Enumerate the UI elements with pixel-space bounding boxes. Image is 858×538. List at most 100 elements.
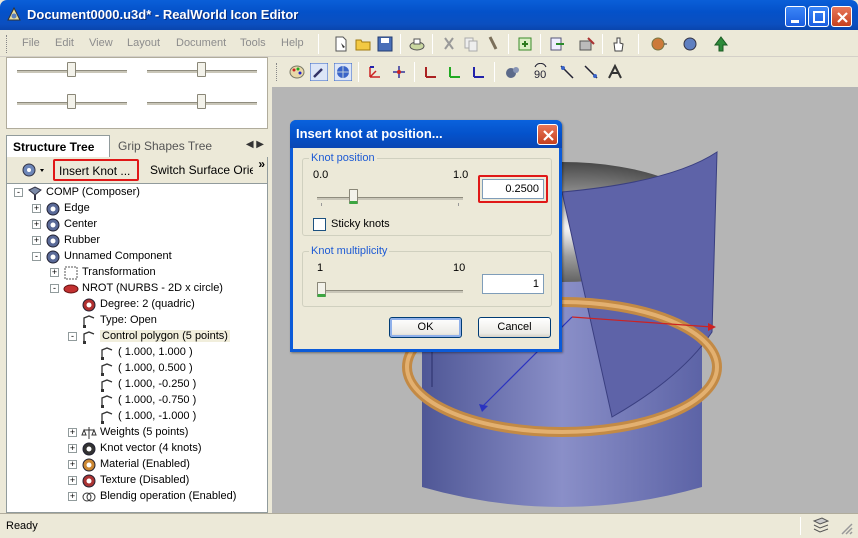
menu-view[interactable]: View [89, 37, 113, 49]
collapse-icon[interactable]: - [68, 332, 77, 341]
save-icon[interactable] [376, 35, 394, 53]
tree-node[interactable]: - Unnamed Component [7, 249, 265, 265]
close-button[interactable] [831, 6, 852, 27]
expand-icon[interactable]: + [50, 268, 59, 277]
axis-y-icon[interactable] [446, 63, 464, 81]
plugin-settings-icon[interactable] [682, 35, 700, 53]
tree-node[interactable]: + Center [7, 217, 265, 233]
menu-layout[interactable]: Layout [127, 37, 160, 49]
insert-knot-dialog: Insert knot at position... Knot position… [290, 120, 562, 352]
tree-node-label: Material (Enabled) [100, 458, 190, 470]
tree-node[interactable]: - COMP (Composer) [7, 185, 265, 201]
ok-button[interactable]: OK [389, 317, 462, 338]
axis-z-icon[interactable] [470, 63, 488, 81]
tree-icon[interactable] [712, 35, 730, 53]
collapse-icon[interactable]: - [50, 284, 59, 293]
sticky-knots-label: Sticky knots [331, 218, 390, 230]
hand-icon[interactable] [610, 35, 628, 53]
new-document-icon[interactable] [332, 35, 350, 53]
shape-dropdown-icon[interactable] [21, 161, 47, 179]
toolbar-separator [358, 62, 359, 82]
objects-icon[interactable] [504, 63, 522, 81]
expand-icon[interactable]: + [32, 204, 41, 213]
flip-icon[interactable] [558, 63, 576, 81]
scale-axis-icon[interactable] [390, 63, 408, 81]
tree-node[interactable]: + Transformation [7, 265, 265, 281]
tree-node[interactable]: - Control polygon (5 points) [7, 329, 265, 345]
menu-help[interactable]: Help [281, 37, 304, 49]
tree-node[interactable]: ( 1.000, 0.500 ) [7, 361, 265, 377]
menu-tools[interactable]: Tools [240, 37, 266, 49]
menu-document[interactable]: Document [176, 37, 226, 49]
tree-node[interactable]: + Edge [7, 201, 265, 217]
toolbar-grip[interactable] [276, 63, 279, 81]
toolbar-overflow-icon[interactable]: » [258, 157, 265, 171]
batch-icon[interactable] [578, 35, 596, 53]
tree-node[interactable]: ( 1.000, -1.000 ) [7, 409, 265, 425]
cut-icon[interactable] [440, 35, 458, 53]
position-input[interactable]: 0.2500 [482, 179, 544, 199]
position-slider-track[interactable] [317, 197, 463, 200]
expand-icon[interactable]: + [68, 492, 77, 501]
collapse-icon[interactable]: - [14, 188, 23, 197]
tree-node[interactable]: + Rubber [7, 233, 265, 249]
move-axis-icon[interactable] [366, 63, 384, 81]
multiplicity-slider-track[interactable] [317, 290, 463, 293]
axis-x-icon[interactable] [422, 63, 440, 81]
mirror-icon[interactable] [582, 63, 600, 81]
tree-node[interactable]: Degree: 2 (quadric) [7, 297, 265, 313]
tree-node[interactable]: + Texture (Disabled) [7, 473, 265, 489]
minimize-button[interactable] [785, 6, 806, 27]
tree-node[interactable]: ( 1.000, -0.250 ) [7, 377, 265, 393]
cancel-button[interactable]: Cancel [478, 317, 551, 338]
print-preview-icon[interactable] [408, 35, 426, 53]
slider-thumb[interactable] [67, 62, 76, 77]
expand-icon[interactable]: + [68, 476, 77, 485]
tab-structure-tree[interactable]: Structure Tree [6, 135, 110, 157]
expand-icon[interactable]: + [32, 220, 41, 229]
tab-grip-shapes-tree[interactable]: Grip Shapes Tree [112, 135, 218, 157]
resize-grip-icon[interactable] [840, 522, 854, 536]
switch-surface-button[interactable]: Switch Surface Orier [147, 159, 253, 181]
position-slider-thumb[interactable] [349, 189, 358, 204]
slider-thumb[interactable] [197, 62, 206, 77]
toolbar-grip[interactable] [6, 35, 9, 53]
wrench-icon[interactable] [310, 63, 328, 81]
multiplicity-slider-thumb[interactable] [317, 282, 326, 297]
expand-icon[interactable]: + [68, 460, 77, 469]
structure-tree[interactable]: - COMP (Composer) + Edge + Center + Rubber - Unna… [6, 183, 268, 513]
document-arrow-icon[interactable] [548, 35, 566, 53]
dialog-close-button[interactable] [537, 124, 558, 145]
insert-knot-button[interactable]: Insert Knot ... [53, 159, 139, 181]
rotate-90-icon[interactable]: 90 [532, 63, 550, 81]
menu-file[interactable]: File [22, 37, 40, 49]
palette-icon[interactable] [288, 63, 306, 81]
tree-node[interactable]: - NROT (NURBS - 2D x circle) [7, 281, 265, 297]
globe-icon[interactable] [334, 63, 352, 81]
plugin-icon[interactable] [650, 35, 668, 53]
tab-scroll-arrows-icon[interactable]: ◀ ▶ [246, 139, 264, 150]
tree-node[interactable]: ( 1.000, -0.750 ) [7, 393, 265, 409]
paste-icon[interactable] [484, 35, 502, 53]
slider-tick [458, 203, 459, 206]
menu-edit[interactable]: Edit [55, 37, 74, 49]
expand-icon[interactable]: + [32, 236, 41, 245]
open-folder-icon[interactable] [354, 35, 372, 53]
tree-node[interactable]: Type: Open [7, 313, 265, 329]
multiplicity-input[interactable]: 1 [482, 274, 544, 294]
copy-icon[interactable] [462, 35, 480, 53]
slider-thumb[interactable] [197, 94, 206, 109]
tree-node[interactable]: ( 1.000, 1.000 ) [7, 345, 265, 361]
collapse-icon[interactable]: - [32, 252, 41, 261]
slider-thumb[interactable] [67, 94, 76, 109]
text-tool-icon[interactable] [606, 63, 624, 81]
maximize-button[interactable] [808, 6, 829, 27]
sticky-knots-checkbox[interactable] [313, 218, 326, 231]
expand-icon[interactable]: + [68, 428, 77, 437]
tree-node[interactable]: + Weights (5 points) [7, 425, 265, 441]
expand-icon[interactable]: + [68, 444, 77, 453]
export-icon[interactable] [516, 35, 534, 53]
tree-node[interactable]: + Blendig operation (Enabled) [7, 489, 265, 505]
tree-node[interactable]: + Material (Enabled) [7, 457, 265, 473]
tree-node[interactable]: + Knot vector (4 knots) [7, 441, 265, 457]
